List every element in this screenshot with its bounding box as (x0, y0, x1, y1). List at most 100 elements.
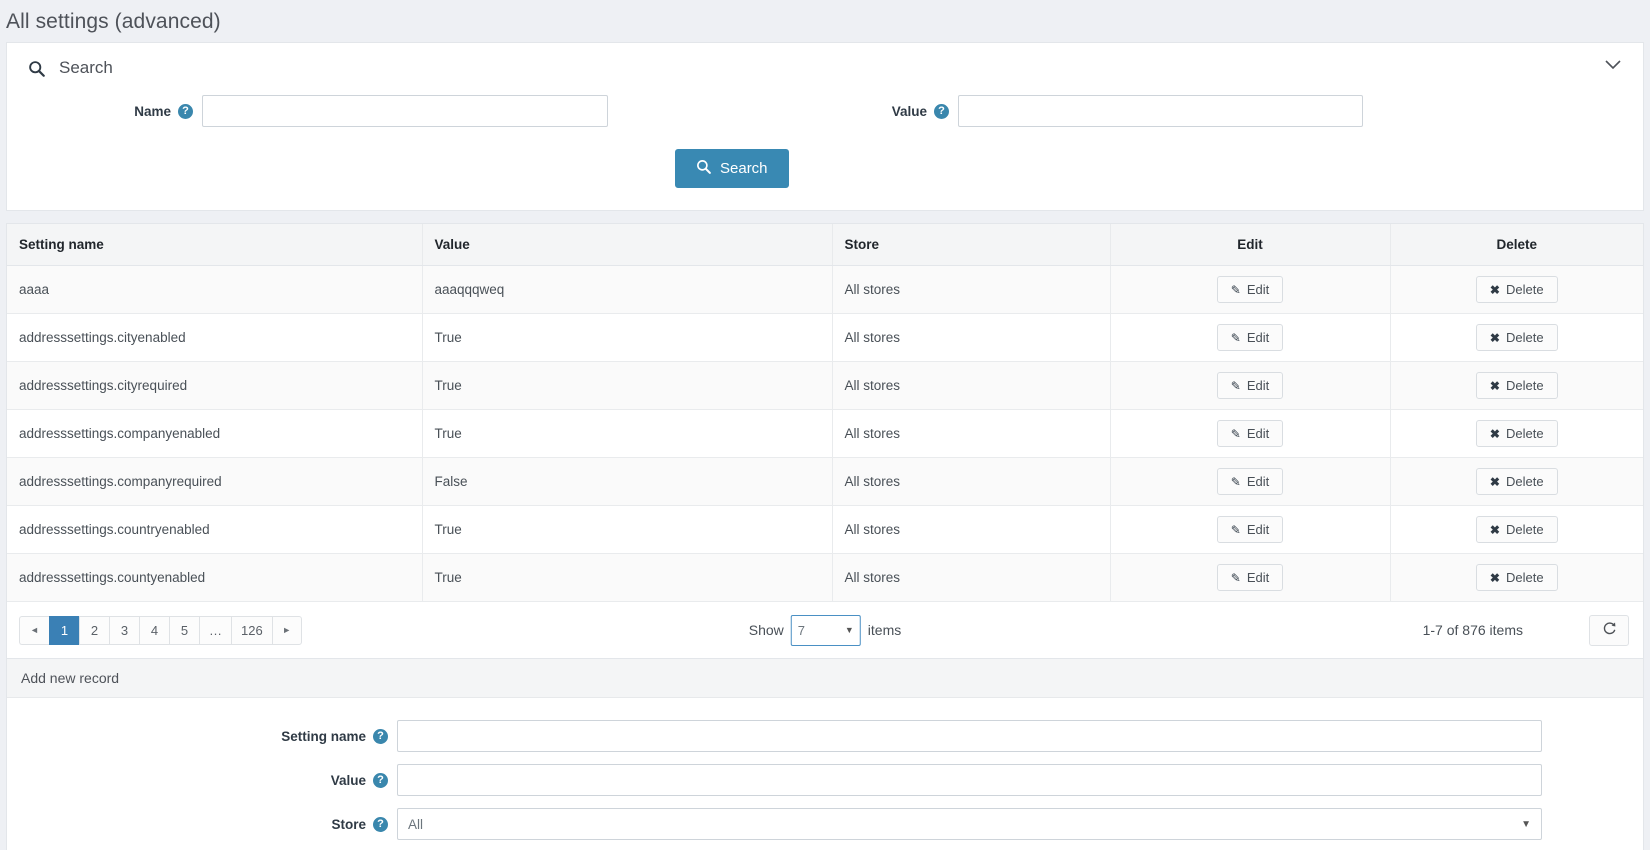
cell-store: All stores (832, 554, 1110, 602)
pager-next[interactable]: ► (272, 616, 302, 645)
x-icon: ✖ (1490, 283, 1500, 297)
cell-delete: ✖Delete (1390, 458, 1643, 506)
help-icon[interactable]: ? (373, 817, 388, 832)
add-record-card: Add new record Setting name ? Value ? St… (6, 659, 1644, 850)
pager-page-126[interactable]: 126 (231, 616, 272, 645)
search-value-input[interactable] (958, 95, 1363, 127)
cell-value: False (422, 458, 832, 506)
table-header-row: Setting name Value Store Edit Delete (7, 224, 1643, 266)
add-setting-name-row: Setting name ? (7, 720, 1643, 752)
pager-page-…[interactable]: … (199, 616, 231, 645)
cell-store: All stores (832, 266, 1110, 314)
add-setting-name-label-wrap: Setting name ? (7, 729, 397, 744)
add-setting-name-input[interactable] (397, 720, 1542, 752)
cell-store: All stores (832, 410, 1110, 458)
edit-button[interactable]: ✎Edit (1217, 276, 1283, 303)
help-icon[interactable]: ? (934, 104, 949, 119)
pager-page-3[interactable]: 3 (109, 616, 139, 645)
cell-setting-name: addresssettings.companyrequired (7, 458, 422, 506)
page-size-select[interactable]: 7 ▼ (791, 615, 861, 646)
add-record-header: Add new record (7, 659, 1643, 698)
delete-button[interactable]: ✖Delete (1476, 420, 1558, 447)
search-panel: Search Name ? Value ? (6, 42, 1644, 211)
table-row: addresssettings.countyenabledTrueAll sto… (7, 554, 1643, 602)
pager-page-5[interactable]: 5 (169, 616, 199, 645)
table-row: addresssettings.cityenabledTrueAll store… (7, 314, 1643, 362)
pager-page-2[interactable]: 2 (79, 616, 109, 645)
edit-button-label: Edit (1247, 330, 1269, 345)
search-icon (696, 159, 711, 178)
delete-button[interactable]: ✖Delete (1476, 468, 1558, 495)
search-name-label-wrap: Name ? (7, 104, 202, 119)
edit-button[interactable]: ✎Edit (1217, 516, 1283, 543)
chevron-down-icon[interactable] (1605, 57, 1621, 75)
edit-button[interactable]: ✎ Edit (1217, 420, 1283, 447)
delete-button[interactable]: ✖Delete (1476, 516, 1558, 543)
record-count: 1-7 of 876 items (1423, 622, 1523, 638)
search-button[interactable]: Search (675, 149, 789, 188)
cell-setting-name: addresssettings.countryenabled (7, 506, 422, 554)
pagination: ◄12345…126► (19, 616, 302, 645)
add-value-input[interactable] (397, 764, 1542, 796)
pager-page-1[interactable]: 1 (49, 616, 79, 645)
add-store-select[interactable]: All ▼ (397, 808, 1542, 840)
edit-button-label: Edit (1247, 426, 1269, 441)
table-row: addresssettings.cityrequiredTrueAll stor… (7, 362, 1643, 410)
search-name-group: Name ? (7, 95, 825, 127)
cell-delete: ✖Delete (1390, 314, 1643, 362)
delete-button[interactable]: ✖ Delete (1476, 276, 1558, 303)
page-size-control: Show 7 ▼ items (749, 615, 901, 646)
cell-store: All stores (832, 314, 1110, 362)
page-size-value: 7 (798, 623, 805, 638)
add-value-row: Value ? (7, 764, 1643, 796)
col-value: Value (422, 224, 832, 266)
cell-value: True (422, 506, 832, 554)
add-store-label-wrap: Store ? (7, 817, 397, 832)
help-icon[interactable]: ? (373, 729, 388, 744)
all-settings-page: All settings (advanced) Search Name ? (0, 0, 1650, 850)
x-icon: ✖ (1490, 379, 1500, 393)
pager-prev[interactable]: ◄ (19, 616, 49, 645)
search-panel-title: Search (59, 58, 113, 78)
edit-button[interactable]: ✎Edit (1217, 324, 1283, 351)
edit-button-label: Edit (1247, 570, 1269, 585)
search-name-input[interactable] (202, 95, 608, 127)
delete-button[interactable]: ✖Delete (1476, 564, 1558, 591)
refresh-button[interactable] (1589, 615, 1629, 646)
settings-table-body: aaaaaaaqqqweqAll stores✎Edit✖Deleteaddre… (7, 266, 1643, 602)
delete-button-label: Delete (1506, 330, 1544, 345)
search-value-label-wrap: Value ? (825, 104, 958, 119)
edit-button[interactable]: ✎ Edit (1217, 564, 1283, 591)
cell-delete: ✖Delete (1390, 506, 1643, 554)
edit-button[interactable]: ✎Edit (1217, 372, 1283, 399)
settings-table-head: Setting name Value Store Edit Delete (7, 224, 1643, 266)
search-fields-row: Name ? Value ? (7, 95, 1643, 127)
pencil-icon: ✎ (1231, 523, 1241, 537)
cell-value: True (422, 362, 832, 410)
search-panel-header[interactable]: Search (7, 43, 1643, 89)
page-title: All settings (advanced) (0, 0, 1650, 42)
show-label: Show (749, 622, 784, 638)
settings-grid-card: Setting name Value Store Edit Delete aaa… (6, 223, 1644, 659)
delete-button-label: Delete (1506, 522, 1544, 537)
cell-setting-name: addresssettings.countyenabled (7, 554, 422, 602)
edit-button-label: Edit (1247, 282, 1269, 297)
cell-delete: ✖Delete (1390, 554, 1643, 602)
delete-button-label: Delete (1506, 426, 1544, 441)
cell-delete: ✖ Delete (1390, 266, 1643, 314)
pencil-icon: ✎ (1231, 571, 1241, 585)
help-icon[interactable]: ? (373, 773, 388, 788)
pager-page-4[interactable]: 4 (139, 616, 169, 645)
cell-edit: ✎Edit (1110, 266, 1390, 314)
delete-button-label: Delete (1506, 282, 1544, 297)
delete-button[interactable]: ✖Delete (1476, 372, 1558, 399)
x-icon: ✖ (1490, 571, 1500, 585)
pencil-icon: ✎ (1231, 427, 1241, 441)
delete-button-label: Delete (1506, 474, 1544, 489)
edit-button[interactable]: ✎Edit (1217, 468, 1283, 495)
help-icon[interactable]: ? (178, 104, 193, 119)
col-store: Store (832, 224, 1110, 266)
delete-button[interactable]: ✖Delete (1476, 324, 1558, 351)
table-row: addresssettings.companyrequiredFalseAll … (7, 458, 1643, 506)
add-record-body: Setting name ? Value ? Store ? All (7, 698, 1643, 850)
